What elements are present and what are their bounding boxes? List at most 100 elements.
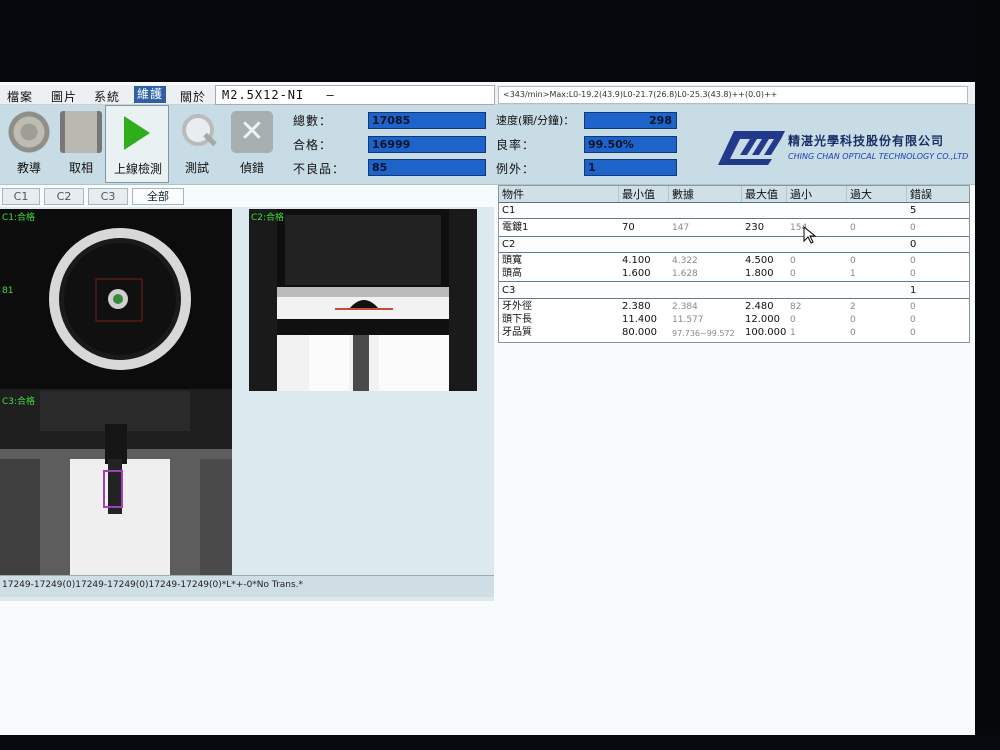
col-value: 數據 <box>669 186 742 202</box>
item-min: 11.400 <box>622 314 657 325</box>
item-max: 12.000 <box>745 314 780 325</box>
defect-value: 85 <box>368 159 486 176</box>
item-under: 82 <box>790 302 802 312</box>
item-error: 0 <box>910 223 916 233</box>
menu-about[interactable]: 關於 <box>180 88 206 105</box>
item-name: 頭寬 <box>502 255 522 266</box>
group-row-c1: C1 5 <box>499 204 969 219</box>
menu-system[interactable]: 系統 <box>94 88 120 105</box>
col-over: 過大 <box>847 186 907 202</box>
item-max: 4.500 <box>745 255 774 266</box>
item-name: 牙品質 <box>502 327 532 338</box>
item-error: 0 <box>910 269 916 279</box>
table-row[interactable]: 頭寬 4.100 4.322 4.500 0 0 0 頭高 1.600 1.62… <box>499 254 969 282</box>
magnifier-icon <box>176 111 218 153</box>
item-over: 0 <box>850 315 856 325</box>
table-row[interactable]: 牙外徑 2.380 2.384 2.480 82 2 0 頭下長 11.400 … <box>499 300 969 342</box>
item-under: 0 <box>790 269 796 279</box>
total-value: 17085 <box>368 112 486 129</box>
menu-image[interactable]: 圖片 <box>51 88 77 105</box>
item-error: 0 <box>910 328 916 338</box>
item-max: 100.000 <box>745 327 787 338</box>
group-error: 0 <box>910 239 917 250</box>
table-header: 物件 最小值 數據 最大值 過小 過大 錯誤 <box>499 186 969 203</box>
bottom-status-bar: 17249-17249(0)17249-17249(0)17249-17249(… <box>0 575 494 597</box>
item-over: 2 <box>850 302 856 312</box>
online-inspect-label: 上線檢測 <box>113 162 162 176</box>
monitor-bezel-right <box>975 0 1000 750</box>
group-error: 5 <box>910 205 917 216</box>
menu-file[interactable]: 檔案 <box>7 88 33 105</box>
menu-maintenance[interactable]: 維護 <box>134 86 167 103</box>
exception-label: 例外： <box>496 162 536 176</box>
debug-label: 偵錯 <box>239 161 264 175</box>
test-button[interactable]: 測試 <box>168 105 226 183</box>
item-over: 0 <box>850 328 856 338</box>
exception-value: 1 <box>584 159 677 176</box>
camera-image-c1 <box>0 209 232 577</box>
model-tab[interactable]: M2.5X12-NI — <box>215 85 495 105</box>
pass-label: 合格： <box>293 138 333 152</box>
teach-button[interactable]: 教導 <box>0 105 58 183</box>
pass-value: 16999 <box>368 136 486 153</box>
speed-value: 298 <box>584 112 677 129</box>
col-min: 最小值 <box>619 186 669 202</box>
yield-label: 良率： <box>496 138 536 152</box>
yield-value: 99.50% <box>584 136 677 153</box>
menu-bar: 檔案 圖片 系統 維護 關於 M2.5X12-NI — <343/min>Max… <box>0 85 975 105</box>
play-icon <box>114 112 156 154</box>
model-name: M2.5X12-NI <box>222 88 305 102</box>
group-error: 1 <box>910 285 917 296</box>
item-under: 0 <box>790 315 796 325</box>
mouse-cursor-icon <box>803 226 817 244</box>
item-max: 2.480 <box>745 301 774 312</box>
defect-label: 不良品： <box>293 162 346 176</box>
item-max: 230 <box>745 222 765 233</box>
tab-c2[interactable]: C2 <box>44 188 84 205</box>
col-under: 過小 <box>787 186 847 202</box>
item-name: 電鍍1 <box>502 222 529 233</box>
camera-panel: C1:合格 81 C3:合格 C2:合格 <box>0 207 494 601</box>
item-name: 頭高 <box>502 268 522 279</box>
inspection-app-window: 檔案 圖片 系統 維護 關於 M2.5X12-NI — <343/min>Max… <box>0 82 975 735</box>
debug-button[interactable]: 偵錯 <box>223 105 281 183</box>
item-value: 11.577 <box>672 315 704 325</box>
col-max: 最大值 <box>742 186 787 202</box>
item-value: 1.628 <box>672 269 698 279</box>
item-over: 0 <box>850 256 856 266</box>
camera-c2-view: C2:合格 <box>249 209 477 391</box>
col-item: 物件 <box>499 186 619 202</box>
item-value: 4.322 <box>672 256 698 266</box>
item-name: 牙外徑 <box>502 301 532 312</box>
capture-label: 取相 <box>68 161 93 175</box>
camera-c3-label: C3:合格 <box>2 397 36 407</box>
online-inspect-button[interactable]: 上線檢測 <box>105 105 169 183</box>
tab-c1[interactable]: C1 <box>2 188 40 205</box>
tab-c3[interactable]: C3 <box>88 188 128 205</box>
item-over: 1 <box>850 269 856 279</box>
item-name: 頭下長 <box>502 314 532 325</box>
camera-c2-label: C2:合格 <box>251 213 285 223</box>
speed-label: 速度(顆/分鐘)： <box>496 114 575 127</box>
item-under: 1 <box>790 328 796 338</box>
item-error: 0 <box>910 256 916 266</box>
capture-button[interactable]: 取相 <box>52 105 110 183</box>
speed-status-line: <343/min>Max:L0-19.2(43.9)L0-21.7(26.8)L… <box>498 86 968 104</box>
toolbar: 教導 取相 上線檢測 測試 偵錯 總數： 17085 合格： 16999 不良品… <box>0 105 975 185</box>
company-name-en: CHING CHAN OPTICAL TECHNOLOGY CO.,LTD <box>788 152 969 161</box>
group-name: C3 <box>502 285 516 296</box>
group-row-c2: C2 0 <box>499 238 969 253</box>
item-over: 0 <box>850 223 856 233</box>
table-row[interactable]: 電鍍1 70 147 230 154 0 0 <box>499 220 969 237</box>
item-under: 0 <box>790 256 796 266</box>
monitor-bezel-bottom <box>0 735 1000 750</box>
ccm-logo-mark <box>718 131 785 165</box>
camera-c1-side-value: 81 <box>2 286 14 296</box>
company-name-cn: 精湛光學科技股份有限公司 <box>788 134 945 148</box>
tools-icon <box>231 111 273 153</box>
item-min: 1.600 <box>622 268 651 279</box>
results-table: 物件 最小值 數據 最大值 過小 過大 錯誤 C1 5 電鍍1 70 147 2… <box>498 185 970 343</box>
item-min: 80.000 <box>622 327 657 338</box>
tab-all[interactable]: 全部 <box>132 188 184 205</box>
item-min: 4.100 <box>622 255 651 266</box>
